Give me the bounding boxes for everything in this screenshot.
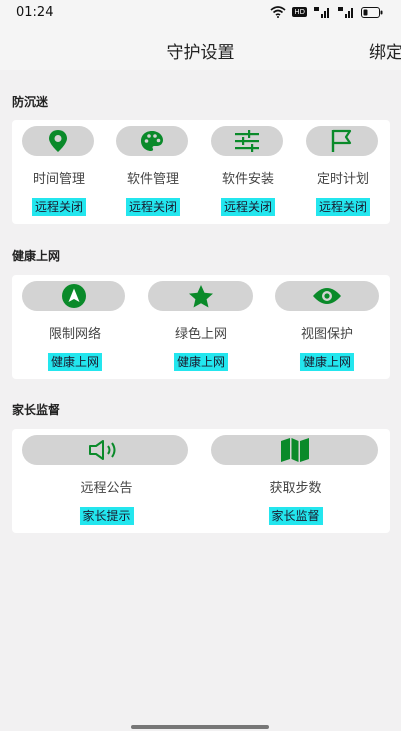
software-management-button[interactable]	[116, 126, 188, 156]
software-install-label: 软件安装	[221, 172, 274, 187]
section-title-healthy-internet: 健康上网	[12, 249, 61, 263]
restrict-network-badge: 健康上网	[47, 353, 103, 371]
sliders-icon	[235, 130, 259, 152]
map-icon	[280, 438, 309, 462]
feature-software-install[interactable]: 软件安装 远程关闭	[201, 120, 295, 224]
restrict-network-button[interactable]	[22, 281, 125, 311]
flag-icon	[331, 129, 352, 152]
eye-icon	[313, 288, 341, 304]
signal-icon-2	[338, 7, 353, 18]
wifi-icon	[270, 6, 286, 18]
section-title-anti-addiction: 防沉迷	[12, 95, 49, 109]
view-protection-label: 视图保护	[300, 327, 353, 342]
hd-icon: HD	[292, 7, 307, 17]
section-title-parent-supervision: 家长监督	[12, 403, 61, 417]
status-time: 01:24	[16, 5, 54, 20]
view-protection-badge: 健康上网	[299, 353, 355, 371]
palette-icon	[141, 131, 163, 151]
card-parent-supervision: 远程公告 家长提示 获取步数 家长监督	[12, 429, 390, 533]
scheduled-plan-button[interactable]	[306, 126, 378, 156]
step-count-label: 获取步数	[269, 481, 322, 496]
home-indicator[interactable]	[131, 725, 269, 729]
feature-green-internet[interactable]: 绿色上网 健康上网	[138, 275, 264, 379]
software-install-badge: 远程关闭	[220, 198, 276, 216]
green-internet-badge: 健康上网	[173, 353, 229, 371]
feature-step-count[interactable]: 获取步数 家长监督	[201, 429, 390, 533]
bind-link[interactable]: 绑定	[369, 38, 401, 63]
feature-view-protection[interactable]: 视图保护 健康上网	[264, 275, 390, 379]
software-install-button[interactable]	[211, 126, 283, 156]
star-icon	[188, 284, 213, 307]
navigation-arrow-icon	[61, 284, 86, 308]
time-management-label: 时间管理	[32, 172, 85, 187]
page-title: 守护设置	[166, 43, 235, 63]
feature-software-management[interactable]: 软件管理 远程关闭	[106, 120, 200, 224]
card-healthy-internet: 限制网络 健康上网 绿色上网 健康上网 视图保护 健康上网	[12, 275, 390, 379]
restrict-network-label: 限制网络	[48, 327, 101, 342]
speaker-icon	[89, 440, 116, 460]
software-management-label: 软件管理	[126, 172, 179, 187]
view-protection-button[interactable]	[275, 281, 379, 311]
feature-restrict-network[interactable]: 限制网络 健康上网	[12, 275, 138, 379]
header: 守护设置 绑定	[0, 26, 401, 70]
scheduled-plan-badge: 远程关闭	[315, 198, 371, 216]
green-internet-button[interactable]	[148, 281, 253, 311]
battery-icon	[361, 6, 383, 18]
time-management-badge: 远程关闭	[31, 198, 87, 216]
location-pin-icon	[49, 130, 67, 152]
remote-notice-badge: 家长提示	[79, 507, 134, 525]
software-management-badge: 远程关闭	[125, 198, 181, 216]
feature-scheduled-plan[interactable]: 定时计划 远程关闭	[296, 120, 390, 224]
status-icons: HD	[270, 6, 383, 18]
scheduled-plan-label: 定时计划	[316, 172, 369, 187]
step-count-button[interactable]	[211, 435, 378, 465]
signal-icon	[314, 7, 329, 18]
card-anti-addiction: 时间管理 远程关闭 软件管理 远程关闭 软件安装 远程关闭 定时计划 远程关闭	[12, 120, 390, 224]
green-internet-label: 绿色上网	[174, 327, 227, 342]
feature-remote-notice[interactable]: 远程公告 家长提示	[12, 429, 201, 533]
step-count-badge: 家长监督	[268, 507, 323, 525]
feature-time-management[interactable]: 时间管理 远程关闭	[12, 120, 106, 224]
remote-notice-button[interactable]	[22, 435, 188, 465]
time-management-button[interactable]	[22, 126, 94, 156]
remote-notice-label: 远程公告	[80, 481, 133, 496]
status-bar: 01:24 HD	[0, 0, 401, 26]
